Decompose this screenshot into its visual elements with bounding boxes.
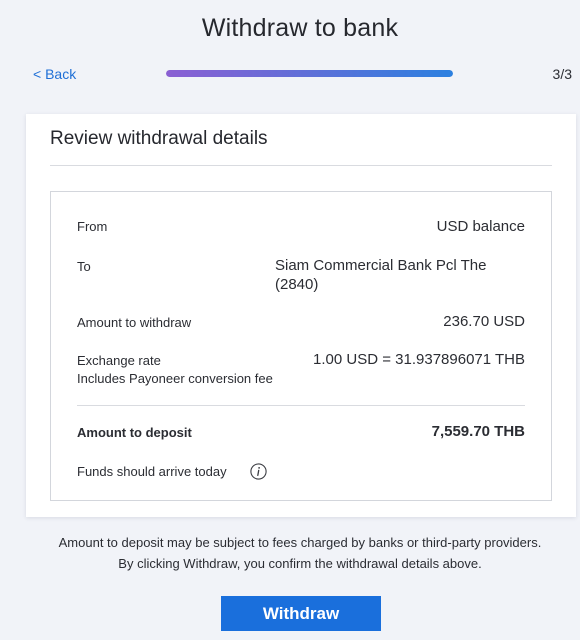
exchange-rate-label: Exchange rate bbox=[77, 353, 161, 368]
progress-bar-fill bbox=[166, 70, 453, 77]
exchange-rate-value: 1.00 USD = 31.937896071 THB bbox=[313, 351, 525, 368]
disclaimer-line-1: Amount to deposit may be subject to fees… bbox=[58, 535, 542, 550]
step-counter: 3/3 bbox=[552, 66, 572, 82]
amount-label: Amount to withdraw bbox=[77, 315, 192, 330]
exchange-rate-sublabel: Includes Payoneer conversion fee bbox=[77, 371, 273, 386]
to-value: Siam Commercial Bank Pcl The (2840) bbox=[275, 257, 487, 293]
progress-bar bbox=[166, 70, 453, 77]
from-value: USD balance bbox=[436, 218, 525, 235]
deposit-label: Amount to deposit bbox=[77, 425, 192, 440]
disclaimer: Amount to deposit may be subject to fees… bbox=[0, 532, 580, 574]
from-label: From bbox=[77, 219, 108, 234]
withdraw-button[interactable]: Withdraw bbox=[221, 596, 381, 631]
to-label: To bbox=[77, 259, 91, 274]
disclaimer-line-2: By clicking Withdraw, you confirm the wi… bbox=[118, 556, 482, 571]
arrival-label: Funds should arrive today bbox=[77, 464, 227, 479]
card-title: Review withdrawal details bbox=[50, 128, 268, 149]
details-box: From USD balance To Siam Commercial Bank… bbox=[50, 191, 552, 501]
deposit-value: 7,559.70 THB bbox=[431, 423, 525, 440]
review-card: Review withdrawal details From USD balan… bbox=[26, 114, 576, 517]
page-title: Withdraw to bank bbox=[201, 14, 399, 42]
back-link[interactable]: < Back bbox=[33, 66, 76, 82]
amount-value: 236.70 USD bbox=[443, 313, 525, 330]
card-divider bbox=[50, 165, 552, 166]
info-icon[interactable] bbox=[250, 463, 267, 480]
details-divider bbox=[77, 405, 525, 406]
